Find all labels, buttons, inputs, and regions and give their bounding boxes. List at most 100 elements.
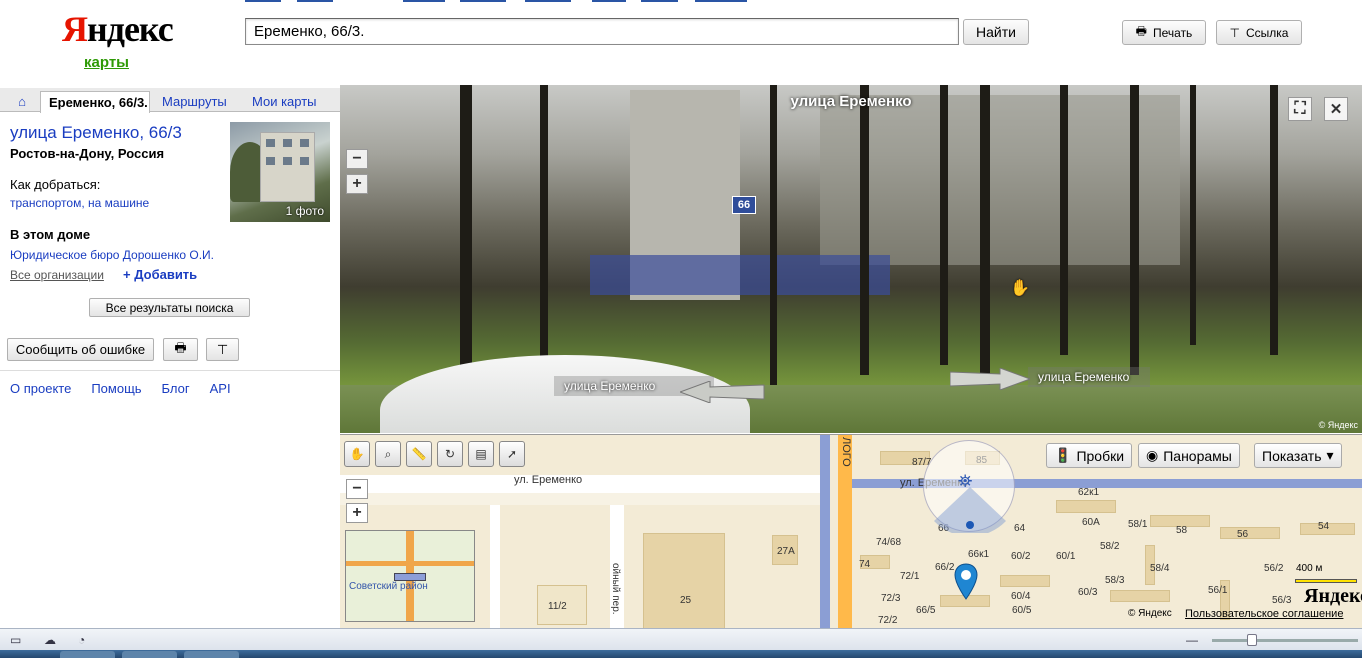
ruler-tool-icon[interactable]: 📏	[406, 441, 432, 467]
overview-minimap[interactable]: Советский район	[345, 530, 475, 622]
zoom-slider[interactable]	[1212, 639, 1358, 642]
search-input[interactable]	[245, 18, 959, 45]
pin-icon: ⊤	[1229, 25, 1240, 40]
footer-link-about[interactable]: О проекте	[10, 381, 71, 396]
panorama-zoom-in-button[interactable]: +	[346, 174, 368, 194]
location-pin-icon[interactable]	[953, 563, 979, 601]
map-street-label: ул. Еременко	[514, 474, 583, 486]
all-organizations-link[interactable]: Все организации	[10, 268, 104, 282]
map-zoom-in-button[interactable]: +	[346, 503, 368, 523]
panoramas-button[interactable]: ◉ Панорамы	[1138, 443, 1240, 468]
tab-search-result[interactable]: Еременко, 66/3.	[40, 91, 150, 113]
search-button[interactable]: Найти	[963, 19, 1029, 45]
layers-tool-icon[interactable]: ▤	[468, 441, 494, 467]
building-label: 60/5	[1012, 605, 1032, 616]
traffic-button[interactable]: 🚦 Пробки	[1046, 443, 1133, 468]
all-results-button[interactable]: Все результаты поиска	[89, 298, 250, 317]
street-label-vertical: ЛОГО	[840, 437, 852, 467]
cloud-icon[interactable]: ☁	[44, 633, 58, 647]
place-photo[interactable]: 1 фото	[230, 122, 330, 222]
footer-link-blog[interactable]: Блог	[162, 381, 190, 396]
footer-link-api[interactable]: API	[210, 381, 231, 396]
street-label-right[interactable]: улица Еременко	[1028, 367, 1150, 387]
directions-label: Как добраться:	[10, 177, 101, 192]
top-nav-underlines	[245, 0, 765, 3]
map-yandex-logo: Яндекс	[1304, 585, 1362, 607]
panorama-title: улица Еременко	[790, 93, 912, 110]
building-label: 27А	[777, 546, 795, 557]
cursor-tool-icon[interactable]: ➚	[499, 441, 525, 467]
hand-tool-icon[interactable]: ✋	[344, 441, 370, 467]
building-label: 58/4	[1150, 563, 1170, 574]
tab-home[interactable]: ⌂	[6, 91, 38, 112]
close-panorama-button[interactable]: ✕	[1324, 97, 1348, 121]
panorama-view-marker[interactable]: ⛯	[923, 440, 1015, 537]
scale-bar	[1295, 579, 1357, 583]
building-label: 56/3	[1272, 595, 1292, 606]
magnifier-tool-icon[interactable]: ⌕	[375, 441, 401, 467]
photo-count: 1 фото	[285, 204, 324, 218]
link-button[interactable]: ⊤ Ссылка	[1216, 20, 1302, 45]
window-icon[interactable]: ▭	[10, 633, 24, 647]
sidebar-print-button[interactable]: 🖶	[163, 338, 198, 361]
divider	[0, 370, 340, 371]
browser-status-bar: ▭ ☁ ◔ —	[0, 628, 1362, 650]
building-label: 60/4	[1011, 591, 1031, 602]
place-title[interactable]: улица Еременко, 66/3	[10, 123, 182, 143]
panorama-zoom-out-button[interactable]: −	[346, 149, 368, 169]
arrow-left-icon[interactable]	[680, 381, 766, 403]
building-label: 60/1	[1056, 551, 1076, 562]
building-label: 72/3	[881, 593, 901, 604]
show-layers-dropdown[interactable]: Показать ▾	[1254, 443, 1342, 468]
tab-routes[interactable]: Маршруты	[154, 91, 235, 112]
report-error-button[interactable]: Сообщить об ошибке	[7, 338, 154, 361]
arrow-right-icon[interactable]	[950, 368, 1030, 390]
maps-service-link[interactable]: карты	[84, 54, 129, 71]
building-label: 62к1	[1078, 487, 1100, 498]
tab-my-maps[interactable]: Мои карты	[244, 91, 325, 112]
building-label: 60А	[1082, 517, 1100, 528]
lane-label: ойный пер.	[610, 563, 621, 615]
building-label: 58/2	[1100, 541, 1120, 552]
street-panorama[interactable]: улица Еременко − + ⛶ ✕ 66 улица Еременко…	[340, 85, 1362, 433]
taskbar-item[interactable]	[60, 651, 115, 658]
building-label: 72/1	[900, 571, 920, 582]
building-label: 58/3	[1105, 575, 1125, 586]
pin-icon: ⊤	[216, 341, 229, 357]
building-label: 74/68	[876, 537, 902, 548]
footer-links: О проекте Помощь Блог API	[10, 381, 231, 396]
browser-page: { "header": { "logo_ya": "Я", "logo_rest…	[0, 0, 1362, 658]
building-label: 11/2	[548, 601, 567, 612]
map-view[interactable]: ул. Еременко ул. Еременко 87/7 85 62к1 6…	[340, 434, 1362, 628]
building-label: 60/3	[1078, 587, 1098, 598]
print-button[interactable]: 🖶 Печать	[1122, 20, 1206, 45]
fullscreen-button[interactable]: ⛶	[1288, 97, 1312, 121]
place-city: Ростов-на-Дону, Россия	[10, 146, 165, 161]
speed-icon[interactable]: ◔	[78, 633, 92, 647]
close-icon: ✕	[1329, 101, 1343, 118]
zoom-out-icon[interactable]: —	[1186, 633, 1200, 647]
building-label: 60/2	[1011, 551, 1031, 562]
terms-link[interactable]: Пользовательское соглашение	[1185, 608, 1343, 620]
footer-link-help[interactable]: Помощь	[91, 381, 141, 396]
house-number-badge: 66	[732, 196, 756, 214]
taskbar-item[interactable]	[184, 651, 239, 658]
printer-icon: 🖶	[1135, 24, 1147, 38]
organization-link[interactable]: Юридическое бюро Дорошенко О.И.	[10, 248, 214, 262]
building-label: 58/1	[1128, 519, 1148, 530]
building-label: 66/2	[935, 562, 955, 573]
printer-icon: 🖶	[174, 339, 187, 355]
route-tool-icon[interactable]: ↻	[437, 441, 463, 467]
panorama-copyright: © Яндекс	[1318, 420, 1358, 430]
sidebar-link-button[interactable]: ⊤	[206, 338, 239, 361]
yandex-logo[interactable]: Яндекс	[62, 8, 174, 50]
add-organization-link[interactable]: + Добавить	[123, 267, 197, 282]
directions-links[interactable]: транспортом, на машине	[10, 196, 149, 210]
fullscreen-icon: ⛶	[1294, 100, 1306, 117]
chevron-down-icon: ▾	[1326, 447, 1334, 463]
taskbar-item[interactable]	[122, 651, 177, 658]
map-zoom-out-button[interactable]: −	[346, 479, 368, 499]
building-label: 74	[859, 559, 871, 570]
building-label: 56	[1237, 529, 1249, 540]
zoom-slider-knob[interactable]	[1247, 634, 1257, 646]
